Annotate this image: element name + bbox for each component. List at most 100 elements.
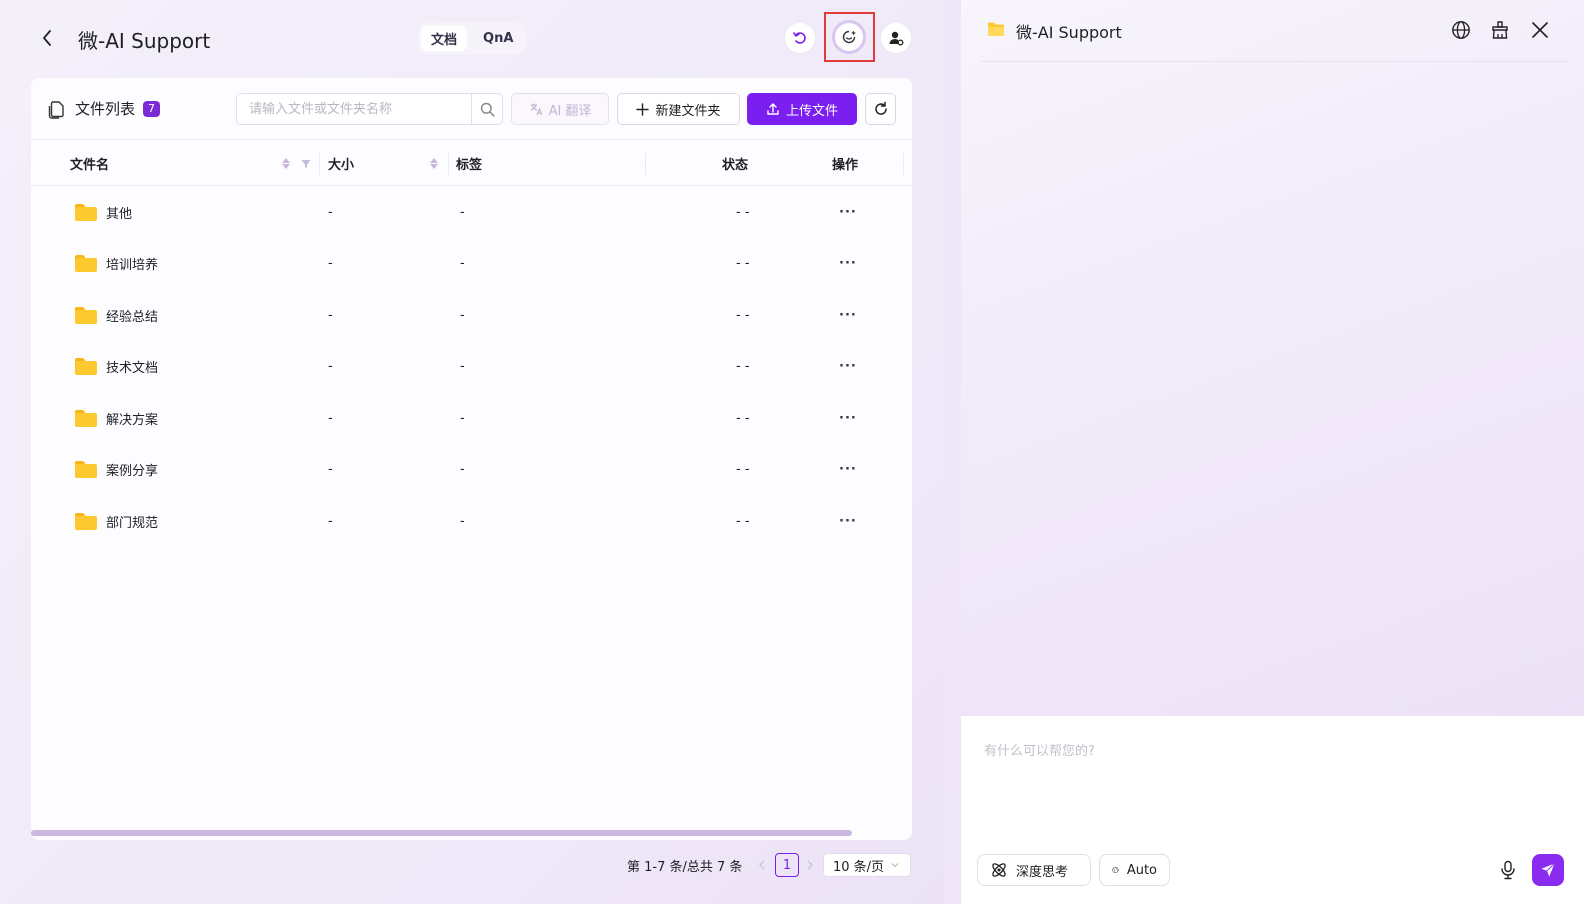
sort-icon — [430, 158, 438, 169]
refresh-icon — [874, 101, 887, 115]
search-input[interactable] — [237, 94, 471, 124]
file-size: - — [328, 256, 333, 271]
file-status: - - — [736, 462, 750, 477]
file-name[interactable]: 经验总结 — [106, 306, 158, 325]
file-status: - - — [736, 256, 750, 271]
table-row[interactable]: 解决方案 - - - - ··· — [31, 393, 912, 444]
page-1-button[interactable]: 1 — [775, 853, 799, 877]
upload-file-button[interactable]: 上传文件 — [747, 93, 857, 125]
file-name[interactable]: 部门规范 — [106, 512, 158, 531]
file-status: - - — [736, 514, 750, 529]
documents-icon — [48, 100, 64, 119]
file-tags: - — [460, 514, 465, 529]
next-page-button[interactable] — [805, 853, 815, 877]
more-actions-button[interactable]: ··· — [839, 341, 857, 392]
file-tags: - — [460, 205, 465, 220]
ai-translate-button[interactable]: AI 翻译 — [511, 93, 609, 125]
user-settings-button[interactable] — [881, 23, 911, 53]
file-name[interactable]: 其他 — [106, 203, 132, 222]
ai-chat-icon — [842, 30, 856, 44]
new-folder-button[interactable]: 新建文件夹 — [617, 93, 740, 125]
more-actions-button[interactable]: ··· — [839, 187, 857, 238]
folder-icon — [75, 255, 97, 272]
chevron-down-icon — [891, 863, 899, 868]
file-size: - — [328, 205, 333, 220]
search-box — [236, 93, 503, 125]
ai-assistant-button[interactable] — [832, 20, 866, 54]
close-icon — [1532, 22, 1548, 38]
file-name[interactable]: 技术文档 — [106, 357, 158, 376]
file-list-card: 文件列表 7 AI 翻译 — [31, 78, 912, 840]
plus-icon — [636, 102, 650, 116]
tab-documents[interactable]: 文档 — [421, 26, 468, 51]
user-gear-icon — [889, 31, 904, 46]
file-name[interactable]: 解决方案 — [106, 409, 158, 428]
more-actions-button[interactable]: ··· — [839, 238, 857, 289]
file-tags: - — [460, 411, 465, 426]
more-actions-button[interactable]: ··· — [839, 444, 857, 495]
file-name[interactable]: 案例分享 — [106, 460, 158, 479]
table-row[interactable]: 培训培养 - - - - ··· — [31, 238, 912, 289]
filter-icon — [301, 159, 311, 168]
chevron-right-icon — [807, 860, 813, 870]
voice-input-button[interactable] — [1497, 859, 1519, 881]
pagination-summary: 第 1-7 条/总共 7 条 — [627, 859, 743, 875]
refresh-button[interactable] — [865, 93, 896, 125]
folder-icon — [75, 513, 97, 530]
deep-think-label: 深度思考 — [1016, 864, 1069, 880]
globe-icon — [1112, 866, 1119, 874]
column-header-size[interactable]: 大小 — [328, 141, 354, 186]
panel-divider[interactable] — [945, 0, 961, 904]
back-button[interactable] — [36, 26, 58, 50]
file-status: - - — [736, 308, 750, 323]
horizontal-scrollbar[interactable] — [31, 830, 852, 836]
clear-chat-button[interactable] — [1487, 17, 1513, 43]
history-button[interactable] — [785, 23, 815, 53]
name-sort-button[interactable] — [282, 141, 290, 186]
chat-composer: 深度思考 Auto — [961, 716, 1584, 904]
file-count-badge: 7 — [143, 100, 161, 117]
send-button[interactable] — [1532, 854, 1564, 886]
chat-panel: 微-AI Support 有什么可以帮您的? 深度思考 Auto — [961, 0, 1584, 904]
close-button[interactable] — [1527, 17, 1553, 43]
translate-icon — [530, 103, 543, 116]
broom-icon — [1492, 21, 1508, 39]
file-size: - — [328, 411, 333, 426]
page-size-select[interactable]: 10 条/页 — [823, 853, 911, 877]
deep-think-toggle[interactable]: 深度思考 — [977, 854, 1091, 886]
view-tabs: 文档 QnA — [418, 23, 527, 54]
file-name[interactable]: 培训培养 — [106, 254, 158, 273]
folder-icon — [75, 307, 97, 324]
folder-icon — [75, 461, 97, 478]
table-row[interactable]: 其他 - - - - ··· — [31, 187, 912, 238]
globe-icon — [1452, 21, 1470, 39]
tab-qna[interactable]: QnA — [473, 26, 523, 51]
table-header: 文件名 大小 标签 状态 操作 — [31, 141, 912, 186]
more-actions-button[interactable]: ··· — [839, 496, 857, 547]
knowledge-base-panel: 微-AI Support 文档 QnA 文件列表 7 请输入文件或文件夹名称 A… — [0, 0, 945, 904]
table-row[interactable]: 案例分享 - - - - ··· — [31, 444, 912, 495]
language-button[interactable] — [1448, 17, 1474, 43]
chat-input[interactable] — [984, 740, 1554, 820]
table-row[interactable]: 部门规范 - - - - ··· — [31, 496, 912, 547]
table-row[interactable]: 经验总结 - - - - ··· — [31, 290, 912, 341]
prev-page-button[interactable] — [757, 853, 767, 877]
new-folder-label: 新建文件夹 — [655, 103, 721, 119]
auto-language-toggle[interactable]: Auto — [1099, 854, 1170, 886]
size-sort-button[interactable] — [430, 141, 438, 186]
atom-icon — [992, 863, 1006, 877]
folder-icon — [75, 204, 97, 221]
file-tags: - — [460, 308, 465, 323]
more-actions-button[interactable]: ··· — [839, 393, 857, 444]
sort-icon — [282, 158, 290, 169]
search-button[interactable] — [471, 94, 502, 124]
name-filter-button[interactable] — [301, 141, 311, 186]
upload-file-label: 上传文件 — [785, 103, 838, 119]
chat-title: 微-AI Support — [1016, 23, 1122, 42]
more-actions-button[interactable]: ··· — [839, 290, 857, 341]
file-tags: - — [460, 256, 465, 271]
folder-icon — [75, 410, 97, 427]
column-header-name[interactable]: 文件名 — [70, 141, 109, 186]
microphone-icon — [1501, 860, 1515, 880]
table-row[interactable]: 技术文档 - - - - ··· — [31, 341, 912, 392]
